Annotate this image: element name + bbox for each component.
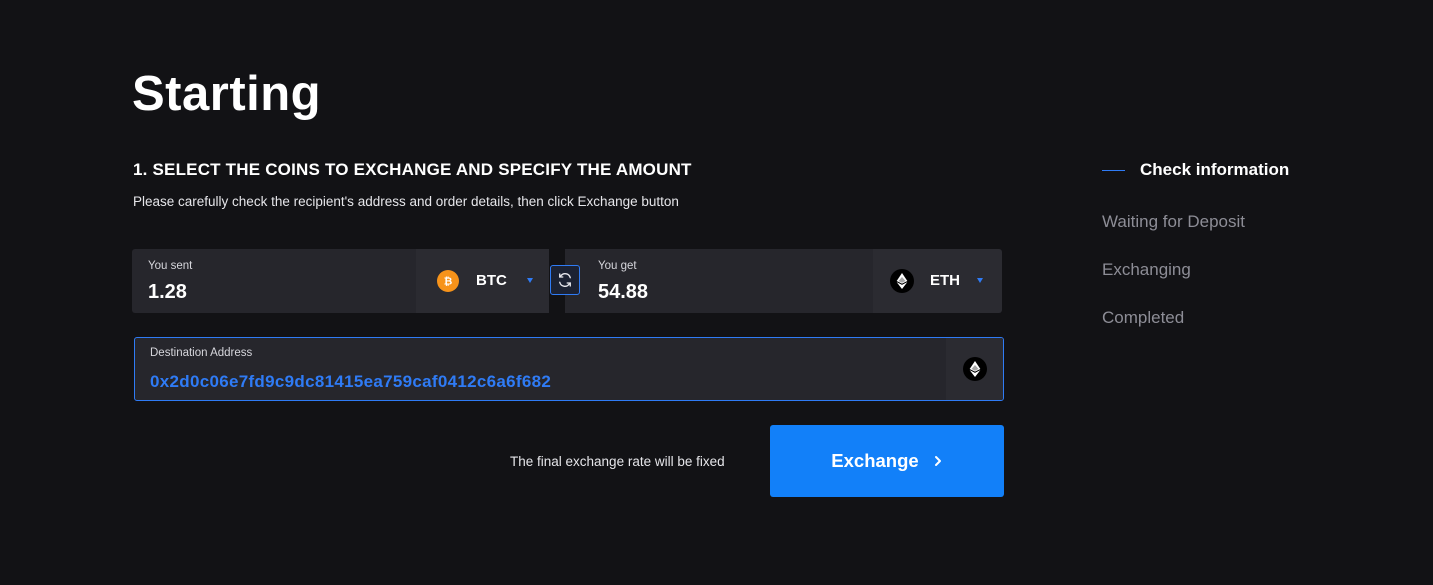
receive-coin-select[interactable]: ETH <box>873 249 1002 313</box>
chevron-right-icon <box>933 455 943 467</box>
ethereum-icon <box>890 269 914 293</box>
active-step-indicator <box>1102 170 1125 171</box>
chevron-down-icon <box>977 278 983 283</box>
rate-note: The final exchange rate will be fixed <box>510 454 725 469</box>
section-heading: 1. SELECT THE COINS TO EXCHANGE AND SPEC… <box>133 160 692 179</box>
bitcoin-icon: ₿ <box>437 270 459 292</box>
receive-amount-value[interactable]: 54.88 <box>598 280 648 304</box>
swap-button[interactable] <box>550 265 580 295</box>
destination-address-field[interactable]: Destination Address 0x2d0c06e7fd9c9dc814… <box>134 337 1004 401</box>
step-label: Check information <box>1140 160 1290 179</box>
send-amount-value[interactable]: 1.28 <box>148 280 187 304</box>
destination-coin-badge <box>946 338 1003 400</box>
svg-text:₿: ₿ <box>444 276 453 288</box>
receive-amount-label: You get <box>598 260 637 272</box>
send-coin-select[interactable]: ₿ BTC <box>416 249 549 313</box>
send-amount-label: You sent <box>148 260 193 272</box>
send-amount-field[interactable]: You sent 1.28 <box>132 249 416 313</box>
page-title: Starting <box>132 67 322 121</box>
amount-row: You sent 1.28 ₿ BTC You get 54.88 ETH <box>132 249 1002 313</box>
exchange-button[interactable]: Exchange <box>770 425 1004 497</box>
section-description: Please carefully check the recipient's a… <box>133 194 679 209</box>
destination-address-input[interactable]: 0x2d0c06e7fd9c9dc81415ea759caf0412c6a6f6… <box>150 371 930 393</box>
chevron-down-icon <box>527 278 533 283</box>
swap-icon <box>559 273 571 287</box>
step-exchanging: Exchanging <box>1102 260 1191 279</box>
receive-coin-ticker: ETH <box>930 272 960 289</box>
send-coin-ticker: BTC <box>476 272 507 289</box>
ethereum-icon <box>962 357 987 381</box>
exchange-page: Starting 1. SELECT THE COINS TO EXCHANGE… <box>0 0 1433 585</box>
exchange-button-label: Exchange <box>831 450 919 471</box>
receive-amount-field[interactable]: You get 54.88 <box>565 249 873 313</box>
step-completed: Completed <box>1102 308 1185 327</box>
destination-address-label: Destination Address <box>150 347 253 359</box>
step-waiting-for-deposit: Waiting for Deposit <box>1102 212 1245 231</box>
